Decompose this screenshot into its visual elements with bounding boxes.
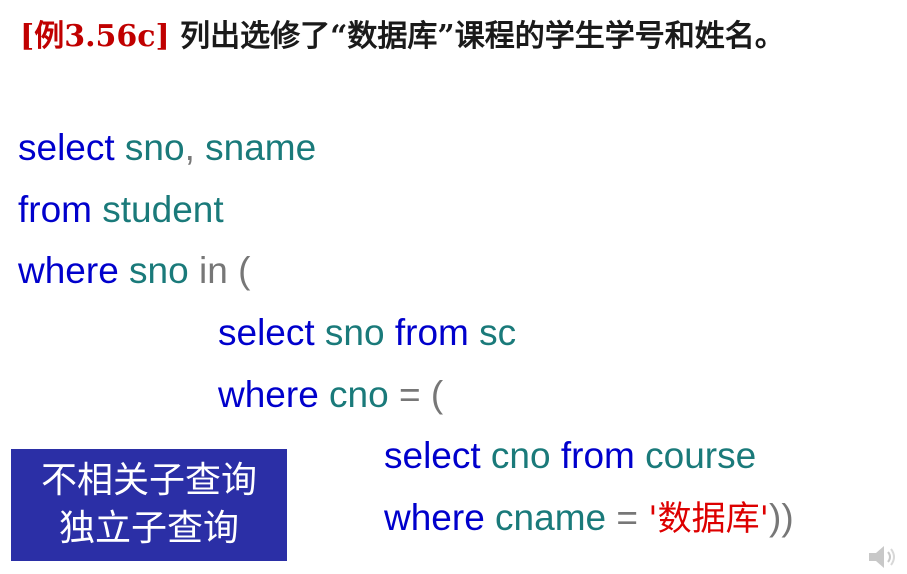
identifier-sno: sno	[118, 250, 189, 291]
identifier-cno: cno	[480, 435, 551, 476]
identifier-student: student	[92, 189, 224, 230]
code-line-2: from student	[18, 188, 224, 232]
operator-equals: = (	[388, 374, 444, 415]
code-line-6: select cno from course	[384, 434, 756, 478]
operator-in: in (	[188, 250, 251, 291]
keyword-where: where	[384, 497, 485, 538]
keyword-where: where	[18, 250, 119, 291]
keyword-from: from	[18, 189, 92, 230]
keyword-from: from	[384, 312, 469, 353]
identifier-sc: sc	[468, 312, 517, 353]
code-line-4: select sno from sc	[218, 311, 516, 355]
subquery-type-badge: 不相关子查询 独立子查询	[11, 449, 287, 561]
identifier-cno: cno	[318, 374, 389, 415]
keyword-select: select	[18, 127, 115, 168]
code-line-7: where cname = '数据库'))	[384, 496, 794, 541]
keyword-from: from	[550, 435, 635, 476]
slide-title: [例3.56c] 列出选修了“数据库”课程的学生学号和姓名。	[20, 8, 905, 66]
keyword-select: select	[384, 435, 481, 476]
badge-line-1: 不相关子查询	[40, 460, 257, 501]
slide: [例3.56c] 列出选修了“数据库”课程的学生学号和姓名。 select sn…	[0, 0, 907, 574]
title-text: 列出选修了“数据库”课程的学生学号和姓名。	[169, 19, 785, 54]
identifier-cname: cname	[484, 497, 607, 538]
identifier-sno: sno	[114, 127, 185, 168]
identifier-sno: sno	[314, 312, 385, 353]
identifier-course: course	[634, 435, 757, 476]
keyword-where: where	[218, 374, 319, 415]
string-literal: '数据库'	[648, 499, 769, 539]
keyword-select: select	[218, 312, 315, 353]
code-line-5: where cno = (	[218, 373, 443, 417]
code-line-1: select sno, sname	[18, 126, 316, 170]
badge-line-2: 独立子查询	[58, 508, 239, 549]
speaker-icon[interactable]	[867, 544, 899, 570]
example-tag: [例3.56c]	[20, 19, 170, 54]
code-line-3: where sno in (	[18, 249, 250, 293]
operator-equals: =	[606, 497, 649, 538]
identifier-sname: sname	[194, 127, 317, 168]
closing-parens: ))	[769, 497, 794, 538]
comma: ,	[184, 127, 195, 168]
